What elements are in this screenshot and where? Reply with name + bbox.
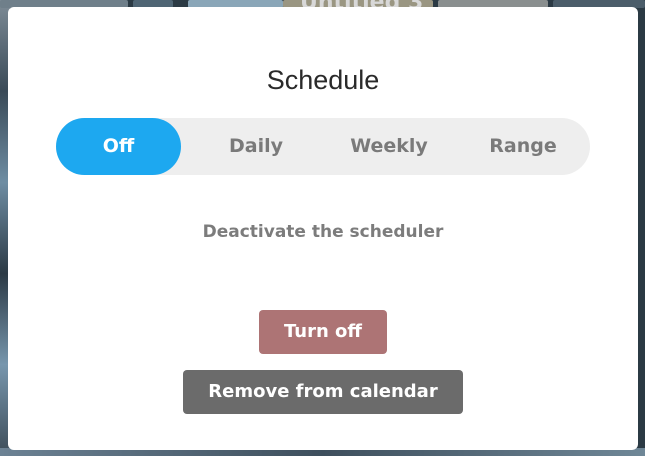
tab-range[interactable]: Range — [456, 118, 590, 175]
tab-daily[interactable]: Daily — [190, 118, 322, 175]
turn-off-button[interactable]: Turn off — [259, 310, 387, 354]
tab-weekly[interactable]: Weekly — [322, 118, 456, 175]
schedule-dialog: Schedule Off Daily Weekly Range Deactiva… — [8, 7, 638, 450]
remove-from-calendar-button[interactable]: Remove from calendar — [183, 370, 463, 414]
dialog-title: Schedule — [266, 65, 380, 95]
mode-description: Deactivate the scheduler — [202, 222, 444, 242]
tab-off[interactable]: Off — [56, 118, 181, 175]
schedule-mode-tabs: Off Daily Weekly Range — [56, 118, 590, 175]
